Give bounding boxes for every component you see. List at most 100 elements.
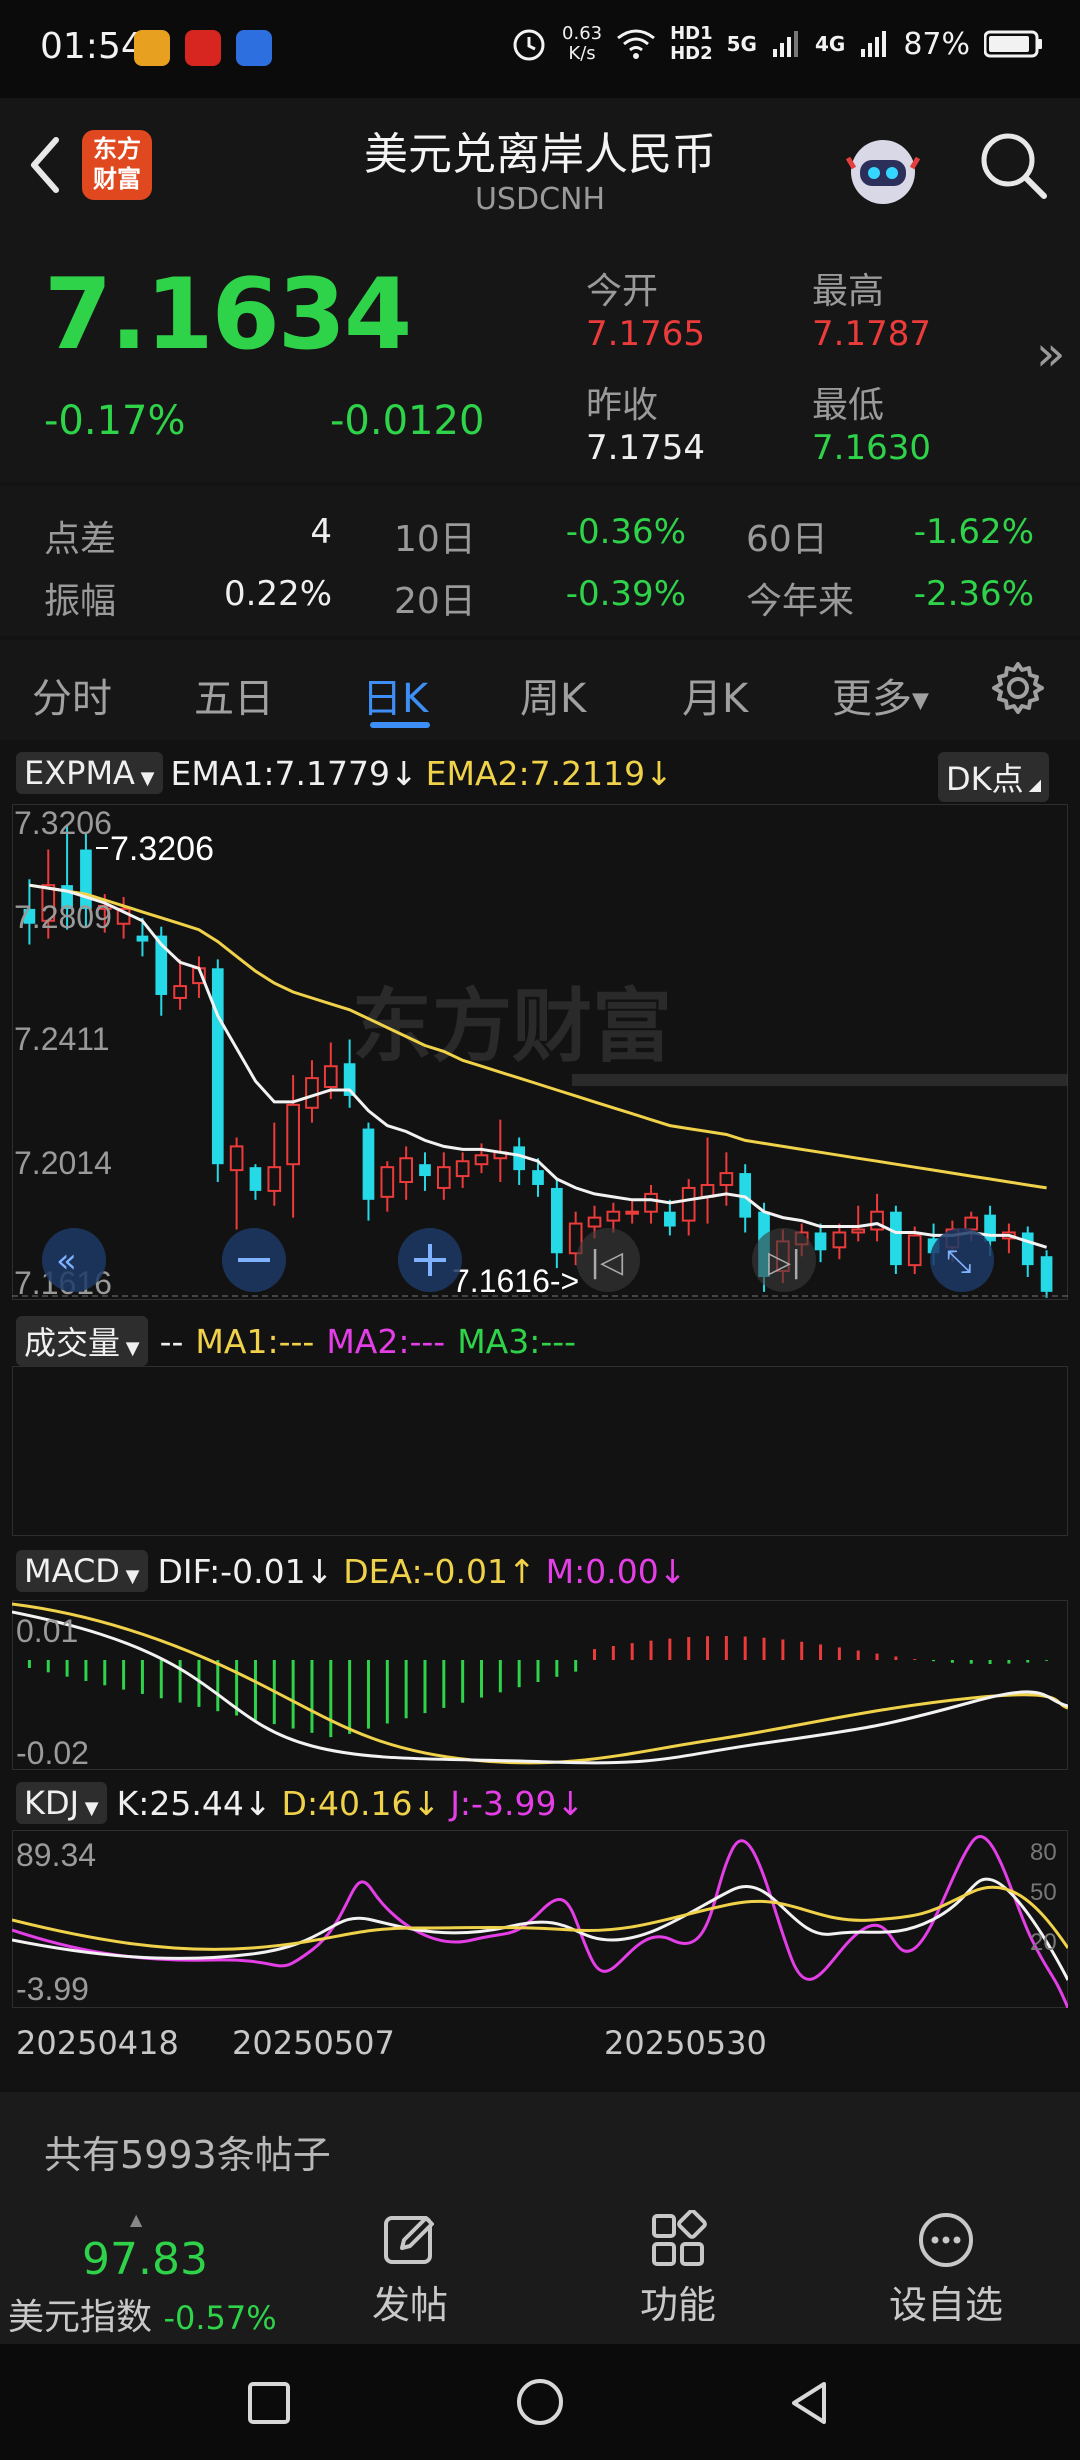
macd-chart[interactable]: 0.01 -0.02 xyxy=(12,1600,1068,1770)
volume-indicator-selector[interactable]: 成交量 ▼ xyxy=(16,1316,148,1366)
d20-label: 20日 xyxy=(394,581,476,622)
d-readout: D:40.16↓ xyxy=(281,1783,441,1823)
candle-down xyxy=(550,1187,563,1254)
candle-up xyxy=(719,1172,734,1186)
robot-assistant-icon[interactable] xyxy=(842,128,924,210)
net-speed: 0.63 xyxy=(562,23,603,44)
double-chevron-left-icon: « xyxy=(56,1241,77,1281)
app-notification-icon xyxy=(185,30,222,66)
low-value: 7.1630 xyxy=(812,428,931,468)
candle-down xyxy=(513,1146,526,1171)
date-label-3: 20250530 xyxy=(604,2024,767,2062)
m-readout: M:0.00↓ xyxy=(545,1551,687,1591)
scroll-left-button[interactable]: « xyxy=(42,1228,106,1292)
dif-line xyxy=(12,1610,1068,1765)
jump-start-button[interactable]: |◁ xyxy=(576,1228,640,1292)
dollar-index-button[interactable]: ▲ 97.83 美元指数 -0.57% xyxy=(0,2204,290,2344)
battery-icon xyxy=(984,30,1042,58)
main-indicator-selector[interactable]: EXPMA ▼ xyxy=(16,752,163,794)
baidu-icon xyxy=(236,30,273,66)
d10-label: 10日 xyxy=(394,519,476,560)
functions-button[interactable]: 功能 xyxy=(598,2209,758,2340)
high-value: 7.1787 xyxy=(812,314,931,354)
status-time: 01:54 xyxy=(40,26,144,67)
battery-percent: 87% xyxy=(903,26,970,62)
caret-down-icon: ▼ xyxy=(912,688,929,714)
kline-chart[interactable]: 东方财富 7.3206 7.2809 7.2411 7.2014 7.1616 … xyxy=(12,804,1068,1300)
search-icon[interactable] xyxy=(976,128,1050,202)
candle-up xyxy=(286,1103,300,1166)
caret-up-icon: ▲ xyxy=(130,2210,143,2229)
dea-line xyxy=(12,1602,1068,1765)
back-nav-button[interactable] xyxy=(784,2378,834,2428)
posts-count[interactable]: 共有5993条帖子 xyxy=(44,2124,331,2179)
tab-more[interactable]: 更多▼ xyxy=(832,666,929,724)
macd-indicator-selector[interactable]: MACD ▼ xyxy=(16,1550,148,1592)
candle-up xyxy=(229,1145,244,1172)
volume-indicator-row: 成交量 ▼ -- MA1:--- MA2:--- MA3:--- xyxy=(16,1316,576,1366)
watermark-bar xyxy=(572,1074,1068,1086)
amplitude-value: 0.22% xyxy=(223,574,332,614)
caret-down-icon: ▼ xyxy=(79,1798,99,1819)
ytd-value: -2.36% xyxy=(913,574,1034,614)
candle-up xyxy=(587,1216,602,1228)
dollar-index-name: 美元指数 xyxy=(8,2297,153,2338)
kdj-chart[interactable]: 89.34 -3.99 80 50 20 xyxy=(12,1830,1068,2008)
more-circle-icon xyxy=(919,2213,973,2267)
volume-pane xyxy=(12,1366,1068,1536)
recent-apps-button[interactable] xyxy=(246,2380,292,2426)
candle-up xyxy=(681,1186,696,1222)
d10-value: -0.36% xyxy=(565,512,686,552)
dk-point-button[interactable]: DK点 ◢ xyxy=(938,752,1050,802)
settings-gear-icon[interactable] xyxy=(990,660,1046,716)
kdj-top-label: 89.34 xyxy=(16,1837,96,1873)
jump-end-button[interactable]: ▷| xyxy=(752,1228,816,1292)
active-tab-indicator xyxy=(370,722,430,728)
d60-value: -1.62% xyxy=(913,512,1034,552)
d-line xyxy=(12,1885,1068,1951)
home-button[interactable] xyxy=(514,2376,566,2428)
candle-up xyxy=(907,1234,922,1267)
add-watchlist-button[interactable]: 设自选 xyxy=(866,2210,1026,2340)
edit-icon xyxy=(384,2216,434,2264)
zoom-out-button[interactable] xyxy=(222,1228,286,1292)
candle-up xyxy=(305,1077,319,1109)
tab-intraday[interactable]: 分时 xyxy=(32,666,112,724)
candle-up xyxy=(964,1216,979,1231)
signal-icon xyxy=(772,31,798,57)
candle-down xyxy=(419,1164,431,1177)
tab-daily-k[interactable]: 日K xyxy=(362,666,428,724)
candle-up xyxy=(606,1210,621,1222)
candle-up xyxy=(625,1210,640,1215)
wifi-icon xyxy=(617,29,656,59)
grid-icon xyxy=(652,2209,707,2266)
weibo-icon xyxy=(134,30,170,66)
candle-down xyxy=(362,1128,375,1200)
d60-label: 60日 xyxy=(746,519,828,560)
y-label-2: 7.2809 xyxy=(14,899,112,935)
date-label-1: 20250418 xyxy=(16,2024,179,2062)
low-label: 最低 xyxy=(812,385,885,426)
expand-quote-button[interactable]: » xyxy=(1036,326,1065,382)
candle-up xyxy=(399,1157,413,1184)
tab-five-day[interactable]: 五日 xyxy=(194,666,274,724)
caret-down-icon: ▼ xyxy=(120,1338,140,1359)
tab-weekly-k[interactable]: 周K xyxy=(520,666,586,724)
macd-bottom-label: -0.02 xyxy=(16,1735,89,1770)
dollar-index-change: -0.57% xyxy=(163,2299,277,2337)
k-readout: K:25.44↓ xyxy=(116,1783,272,1823)
open-value: 7.1765 xyxy=(586,314,705,354)
kdj-indicator-selector[interactable]: KDJ ▼ xyxy=(16,1782,107,1824)
zoom-in-button[interactable] xyxy=(398,1228,462,1292)
caret-down-icon: ▼ xyxy=(134,768,155,789)
candle-up xyxy=(173,985,187,999)
corner-triangle-icon: ◢ xyxy=(1023,775,1042,794)
dollar-index-value: 97.83 xyxy=(82,2234,208,2285)
macd-indicator-row: MACD ▼ DIF:-0.01↓ DEA:-0.01↑ M:0.00↓ xyxy=(16,1550,686,1592)
post-button[interactable]: 发帖 xyxy=(330,2210,490,2340)
candle-down xyxy=(1021,1232,1034,1266)
tab-monthly-k[interactable]: 月K xyxy=(682,666,748,724)
minus-icon xyxy=(238,1258,270,1262)
main-indicator-row: EXPMA ▼ EMA1:7.1779↓ EMA2:7.2119↓ xyxy=(16,752,673,794)
fullscreen-button[interactable]: ⤡ xyxy=(930,1228,994,1292)
